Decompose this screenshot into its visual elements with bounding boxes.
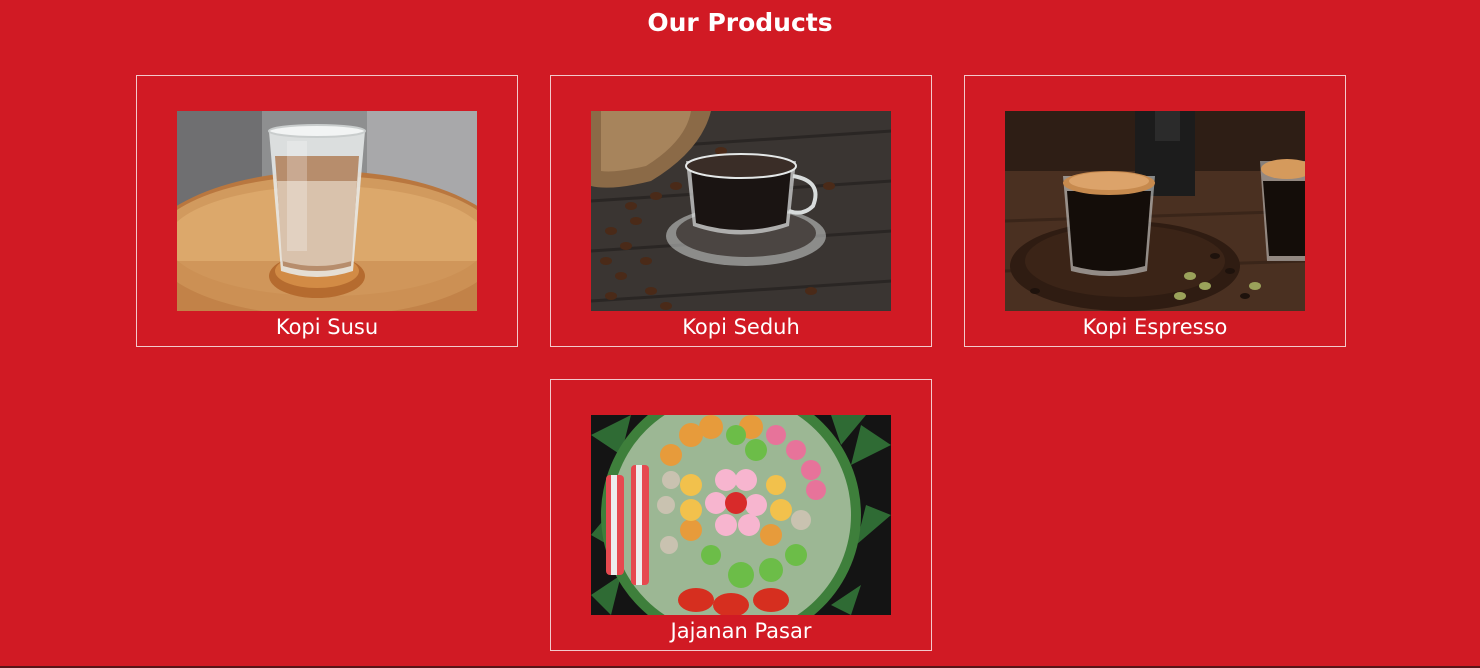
- product-name: Kopi Espresso: [1082, 315, 1228, 339]
- product-image-jajanan-pasar[interactable]: [591, 415, 891, 615]
- product-card-kopi-seduh[interactable]: Kopi Seduh: [550, 75, 932, 347]
- product-image-kopi-susu[interactable]: [177, 111, 477, 311]
- product-image-kopi-seduh[interactable]: [591, 111, 891, 311]
- product-card-jajanan-pasar[interactable]: Jajanan Pasar: [550, 379, 932, 651]
- product-image-kopi-espresso[interactable]: [1005, 111, 1305, 311]
- product-card-kopi-susu[interactable]: Kopi Susu: [136, 75, 518, 347]
- products-heading: Our Products: [647, 8, 833, 37]
- product-name: Kopi Susu: [275, 315, 379, 339]
- product-name: Kopi Seduh: [682, 315, 800, 339]
- product-name: Jajanan Pasar: [670, 619, 812, 643]
- product-card-kopi-espresso[interactable]: Kopi Espresso: [964, 75, 1346, 347]
